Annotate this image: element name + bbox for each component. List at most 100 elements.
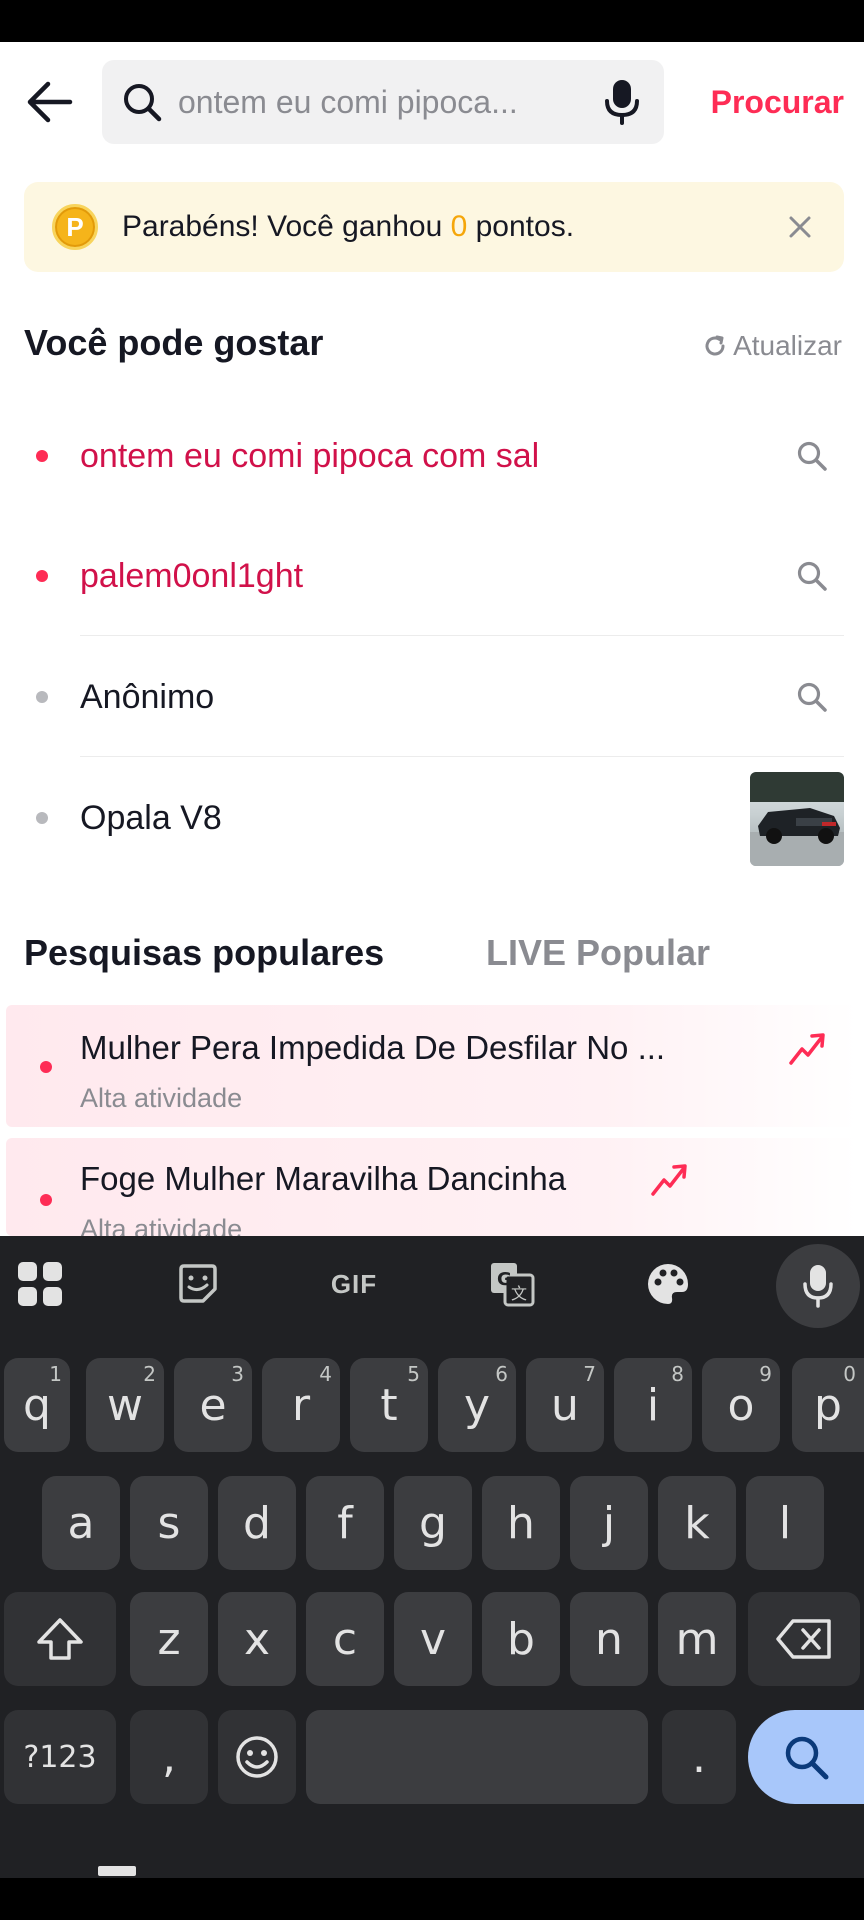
voice-search-icon[interactable]	[594, 74, 650, 130]
key-n[interactable]: n	[570, 1592, 648, 1686]
key-r[interactable]: r4	[262, 1358, 340, 1452]
search-input-value[interactable]: ontem eu comi pipoca...	[178, 60, 518, 144]
key-hint: 6	[495, 1362, 508, 1386]
key-y[interactable]: y6	[438, 1358, 516, 1452]
suggestion-item[interactable]: Anônimo	[0, 637, 864, 757]
banner-text-after: pontos.	[467, 210, 575, 243]
key-m[interactable]: m	[658, 1592, 736, 1686]
period-key[interactable]: .	[662, 1710, 736, 1804]
refresh-button[interactable]: Atualizar	[703, 330, 842, 362]
shift-icon	[37, 1618, 83, 1660]
search-icon	[790, 675, 834, 719]
tab-popular-searches[interactable]: Pesquisas populares	[24, 932, 384, 974]
key-h[interactable]: h	[482, 1476, 560, 1570]
svg-text:文: 文	[511, 1284, 527, 1303]
key-j[interactable]: j	[570, 1476, 648, 1570]
key-label: e	[199, 1379, 227, 1431]
key-label: p	[814, 1379, 842, 1431]
key-i[interactable]: i8	[614, 1358, 692, 1452]
sticker-icon[interactable]	[168, 1254, 228, 1314]
key-label: u	[551, 1379, 579, 1431]
key-c[interactable]: c	[306, 1592, 384, 1686]
key-s[interactable]: s	[130, 1476, 208, 1570]
banner-message: Parabéns! Você ganhou 0 pontos.	[122, 182, 574, 272]
trending-dot	[40, 1194, 52, 1206]
keyboard-search-key[interactable]	[748, 1710, 864, 1804]
shift-key[interactable]	[4, 1592, 116, 1686]
key-l[interactable]: l	[746, 1476, 824, 1570]
key-t[interactable]: t5	[350, 1358, 428, 1452]
key-hint: 4	[319, 1362, 332, 1386]
trending-title: Mulher Pera Impedida De Desfilar No ...	[80, 1029, 666, 1066]
suggestion-item[interactable]: ontem eu comi pipoca com sal	[0, 396, 864, 516]
coin-icon: P	[52, 204, 98, 250]
key-g[interactable]: g	[394, 1476, 472, 1570]
search-header: ontem eu comi pipoca... Procurar	[0, 42, 864, 162]
points-banner: P Parabéns! Você ganhou 0 pontos.	[24, 182, 844, 272]
key-v[interactable]: v	[394, 1592, 472, 1686]
coin-letter: P	[66, 211, 84, 242]
key-hint: 2	[143, 1362, 156, 1386]
search-input[interactable]: ontem eu comi pipoca...	[102, 60, 664, 144]
space-key[interactable]	[306, 1710, 648, 1804]
gif-button[interactable]: GIF	[324, 1254, 384, 1314]
trending-arrow-icon	[789, 1033, 825, 1065]
key-w[interactable]: w2	[86, 1358, 164, 1452]
suggestion-item[interactable]: palem0onl1ght	[0, 516, 864, 636]
key-b[interactable]: b	[482, 1592, 560, 1686]
key-q[interactable]: q1	[4, 1358, 70, 1452]
trending-dot	[40, 1061, 52, 1073]
key-hint: 3	[231, 1362, 244, 1386]
emoji-key[interactable]	[218, 1710, 296, 1804]
key-label: y	[463, 1379, 491, 1431]
keyboard-mic-button[interactable]	[776, 1244, 860, 1328]
key-p[interactable]: p0	[792, 1358, 864, 1452]
emoji-icon	[236, 1736, 278, 1778]
translate-icon[interactable]: G文	[482, 1254, 542, 1314]
key-hint: 9	[759, 1362, 772, 1386]
key-hint: 7	[583, 1362, 596, 1386]
refresh-label: Atualizar	[733, 330, 842, 361]
key-k[interactable]: k	[658, 1476, 736, 1570]
banner-points: 0	[450, 210, 468, 243]
key-d[interactable]: d	[218, 1476, 296, 1570]
suggestion-label: ontem eu comi pipoca com sal	[80, 437, 540, 475]
key-o[interactable]: o9	[702, 1358, 780, 1452]
status-bar	[0, 0, 864, 42]
search-icon	[790, 554, 834, 598]
key-x[interactable]: x	[218, 1592, 296, 1686]
key-z[interactable]: z	[130, 1592, 208, 1686]
svg-text:G: G	[497, 1269, 512, 1290]
search-icon	[116, 76, 168, 128]
suggestion-label: Anônimo	[80, 678, 215, 716]
trending-item[interactable]: Mulher Pera Impedida De Desfilar No ... …	[6, 1005, 858, 1127]
comma-key[interactable]: ,	[130, 1710, 208, 1804]
key-e[interactable]: e3	[174, 1358, 252, 1452]
key-label: q	[23, 1379, 51, 1431]
trending-item[interactable]: Foge Mulher Maravilha Dancinha Alta ativ…	[6, 1138, 858, 1236]
divider	[80, 635, 844, 636]
search-icon	[790, 434, 834, 478]
apps-grid-icon[interactable]	[10, 1254, 70, 1314]
back-button[interactable]	[20, 72, 80, 132]
key-u[interactable]: u7	[526, 1358, 604, 1452]
divider	[80, 756, 844, 757]
palette-icon[interactable]	[638, 1254, 698, 1314]
trending-subtitle: Alta atividade	[80, 1083, 243, 1113]
key-label: i	[646, 1379, 660, 1431]
keyboard-collapse-handle[interactable]	[98, 1866, 136, 1876]
suggestion-item[interactable]: Opala V8	[0, 758, 864, 878]
tab-live-popular[interactable]: LIVE Popular	[486, 932, 710, 974]
trending-title: Foge Mulher Maravilha Dancinha	[80, 1160, 567, 1197]
close-banner-button[interactable]	[776, 203, 824, 251]
key-label: t	[380, 1379, 398, 1431]
key-a[interactable]: a	[42, 1476, 120, 1570]
symbols-key[interactable]: ?123	[4, 1710, 116, 1804]
search-submit-button[interactable]: Procurar	[711, 42, 844, 162]
close-icon	[789, 216, 811, 238]
backspace-key[interactable]	[748, 1592, 860, 1686]
trending-subtitle: Alta atividade	[80, 1214, 243, 1236]
key-f[interactable]: f	[306, 1476, 384, 1570]
key-hint: 5	[407, 1362, 420, 1386]
key-label: r	[291, 1379, 311, 1431]
